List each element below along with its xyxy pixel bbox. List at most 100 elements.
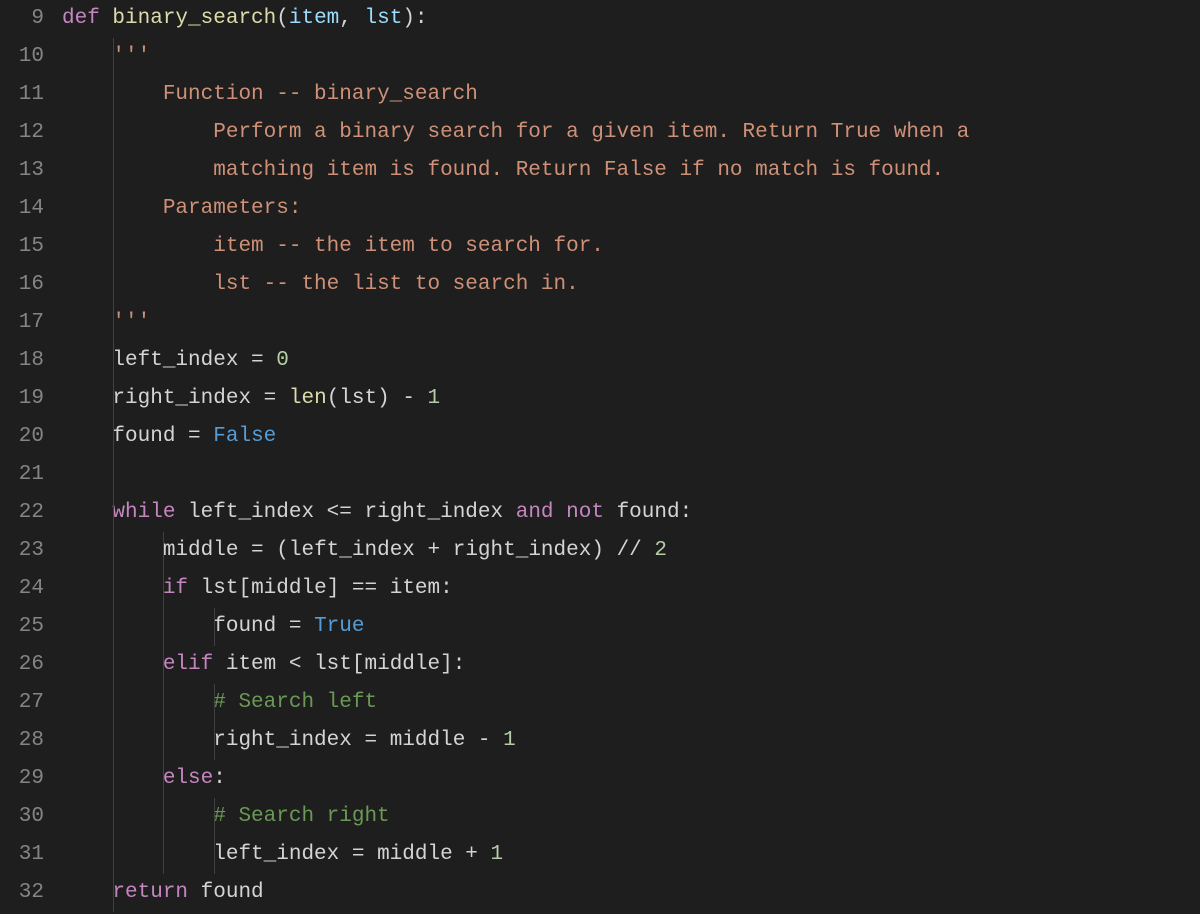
code-line[interactable]: # Search left bbox=[62, 684, 1200, 722]
indent-whitespace bbox=[62, 349, 112, 372]
line-number: 14 bbox=[0, 190, 44, 228]
token-comm: # Search right bbox=[213, 805, 389, 828]
indent-guide bbox=[113, 646, 114, 684]
token-num: 0 bbox=[276, 349, 289, 372]
token-punc: ) bbox=[402, 7, 415, 30]
code-line[interactable]: while left_index <= right_index and not … bbox=[62, 494, 1200, 532]
indent-guide bbox=[214, 836, 215, 874]
token-op: - bbox=[402, 387, 427, 410]
line-number: 18 bbox=[0, 342, 44, 380]
token-fn: binary_search bbox=[112, 7, 276, 30]
code-line[interactable]: found = False bbox=[62, 418, 1200, 456]
indent-guide bbox=[163, 798, 164, 836]
indent-guide bbox=[163, 570, 164, 608]
indent-guide bbox=[113, 266, 114, 304]
token-kw: while bbox=[112, 501, 188, 524]
indent-whitespace bbox=[62, 273, 112, 296]
code-line[interactable]: Function -- binary_search bbox=[62, 76, 1200, 114]
line-number: 17 bbox=[0, 304, 44, 342]
indent-whitespace bbox=[62, 805, 213, 828]
line-number: 24 bbox=[0, 570, 44, 608]
indent-guide bbox=[214, 722, 215, 760]
code-line[interactable]: middle = (left_index + right_index) // 2 bbox=[62, 532, 1200, 570]
code-area[interactable]: def binary_search(item, lst): ''' Functi… bbox=[62, 0, 1200, 914]
token-punc: [ bbox=[238, 577, 251, 600]
line-number: 15 bbox=[0, 228, 44, 266]
token-param: lst bbox=[365, 7, 403, 30]
indent-guide bbox=[113, 684, 114, 722]
token-kw: not bbox=[566, 501, 616, 524]
token-punc: : bbox=[415, 7, 428, 30]
line-number: 27 bbox=[0, 684, 44, 722]
code-line[interactable] bbox=[62, 456, 1200, 494]
line-number: 26 bbox=[0, 646, 44, 684]
token-punc: , bbox=[339, 7, 364, 30]
indent-guide bbox=[163, 836, 164, 874]
code-line[interactable]: found = True bbox=[62, 608, 1200, 646]
code-line[interactable]: Parameters: bbox=[62, 190, 1200, 228]
token-kw: and bbox=[516, 501, 566, 524]
token-var: lst bbox=[201, 577, 239, 600]
line-number: 22 bbox=[0, 494, 44, 532]
code-line[interactable]: item -- the item to search for. bbox=[62, 228, 1200, 266]
token-op: = bbox=[264, 387, 289, 410]
code-line[interactable]: right_index = middle - 1 bbox=[62, 722, 1200, 760]
code-line[interactable]: ''' bbox=[62, 38, 1200, 76]
line-number: 29 bbox=[0, 760, 44, 798]
token-punc: ) bbox=[377, 387, 402, 410]
code-line[interactable]: matching item is found. Return False if … bbox=[62, 152, 1200, 190]
code-line[interactable]: return found bbox=[62, 874, 1200, 912]
code-line[interactable]: lst -- the list to search in. bbox=[62, 266, 1200, 304]
code-line[interactable]: right_index = len(lst) - 1 bbox=[62, 380, 1200, 418]
code-line[interactable]: elif item < lst[middle]: bbox=[62, 646, 1200, 684]
indent-whitespace bbox=[62, 729, 213, 752]
token-var: item bbox=[390, 577, 440, 600]
indent-whitespace bbox=[62, 387, 112, 410]
line-number: 19 bbox=[0, 380, 44, 418]
token-str: lst -- the list to search in. bbox=[112, 273, 578, 296]
code-line[interactable]: ''' bbox=[62, 304, 1200, 342]
token-str: matching item is found. Return False if … bbox=[112, 159, 944, 182]
code-line[interactable]: left_index = 0 bbox=[62, 342, 1200, 380]
token-punc: : bbox=[213, 767, 226, 790]
token-var: middle bbox=[163, 539, 251, 562]
code-line[interactable]: def binary_search(item, lst): bbox=[62, 0, 1200, 38]
token-num: 2 bbox=[654, 539, 667, 562]
code-line[interactable]: Perform a binary search for a given item… bbox=[62, 114, 1200, 152]
indent-whitespace bbox=[62, 881, 112, 904]
token-punc: ( bbox=[276, 7, 289, 30]
code-line[interactable]: if lst[middle] == item: bbox=[62, 570, 1200, 608]
code-line[interactable]: else: bbox=[62, 760, 1200, 798]
token-punc: : bbox=[440, 577, 453, 600]
code-editor[interactable]: 9101112131415161718192021222324252627282… bbox=[0, 0, 1200, 914]
token-op: = bbox=[352, 843, 377, 866]
indent-whitespace bbox=[62, 159, 112, 182]
indent-guide bbox=[163, 608, 164, 646]
code-line[interactable]: # Search right bbox=[62, 798, 1200, 836]
token-punc: : bbox=[680, 501, 693, 524]
token-var: found bbox=[112, 425, 188, 448]
token-var: right_index bbox=[213, 729, 364, 752]
token-op: - bbox=[478, 729, 503, 752]
indent-whitespace bbox=[62, 691, 213, 714]
token-kw: elif bbox=[163, 653, 226, 676]
token-str: item -- the item to search for. bbox=[112, 235, 603, 258]
line-number: 31 bbox=[0, 836, 44, 874]
indent-guide bbox=[163, 760, 164, 798]
token-str: Perform a binary search for a given item… bbox=[112, 121, 969, 144]
indent-guide bbox=[163, 532, 164, 570]
token-var: right_index bbox=[364, 501, 515, 524]
token-op: <= bbox=[327, 501, 365, 524]
indent-guide bbox=[113, 418, 114, 456]
token-op: = bbox=[251, 349, 276, 372]
line-number: 20 bbox=[0, 418, 44, 456]
line-number: 21 bbox=[0, 456, 44, 494]
code-line[interactable]: left_index = middle + 1 bbox=[62, 836, 1200, 874]
token-var: found bbox=[213, 615, 289, 638]
indent-guide bbox=[113, 532, 114, 570]
indent-whitespace bbox=[62, 83, 112, 106]
token-str: Function -- binary_search bbox=[112, 83, 477, 106]
indent-guide bbox=[113, 228, 114, 266]
indent-whitespace bbox=[62, 311, 112, 334]
token-var: middle bbox=[377, 843, 465, 866]
